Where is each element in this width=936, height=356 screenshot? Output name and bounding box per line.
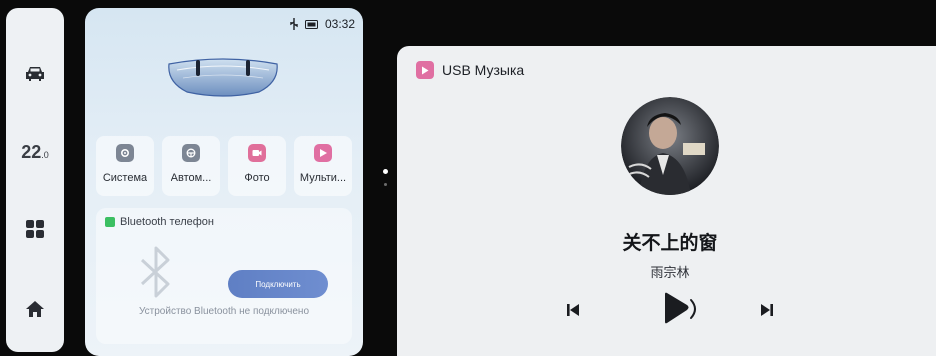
car-icon xyxy=(26,67,44,81)
skip-next-icon xyxy=(761,304,773,316)
app-label: Мульти... xyxy=(299,172,347,184)
app-system[interactable]: Система xyxy=(96,136,154,196)
clock: 03:32 xyxy=(324,17,355,31)
app-auto[interactable]: Автом... xyxy=(162,136,220,196)
app-label: Автом... xyxy=(170,172,212,184)
battery-icon xyxy=(304,19,318,29)
steering-wheel-icon xyxy=(182,144,200,162)
app-label: Фото xyxy=(244,172,270,184)
screen: 22.0 03:32 Система Автом... Фото Мульти.… xyxy=(0,0,936,356)
side-rail: 22.0 xyxy=(6,8,64,352)
status-bar: 03:32 xyxy=(289,17,355,31)
home-panel: 03:32 Система Автом... Фото Мульти... Bl… xyxy=(85,8,363,356)
page-dot-active xyxy=(383,169,388,174)
settings-icon xyxy=(116,144,134,162)
apps-grid-icon xyxy=(26,220,44,238)
song-title: 关不上的窗 xyxy=(622,232,718,254)
album-cover xyxy=(621,97,719,195)
app-photo[interactable]: Фото xyxy=(228,136,286,196)
play-icon xyxy=(314,144,332,162)
page-dot xyxy=(384,183,387,186)
music-player-card[interactable]: USB Музыка 关不上的窗 雨宗林 xyxy=(397,46,936,356)
bluetooth-card-header: Bluetooth телефон xyxy=(105,216,214,228)
connect-button[interactable]: Подключить xyxy=(228,270,328,298)
music-source-label: USB Музыка xyxy=(442,62,525,78)
apps-rail-button[interactable] xyxy=(6,215,64,243)
bluetooth-icon xyxy=(140,246,170,298)
temperature-value: 22.0 xyxy=(21,141,49,162)
phone-icon xyxy=(105,217,115,227)
page-indicator[interactable] xyxy=(383,169,388,186)
camera-icon xyxy=(248,144,266,162)
bluetooth-card-title: Bluetooth телефон xyxy=(120,216,214,228)
music-source-header: USB Музыка xyxy=(416,61,524,79)
app-multimedia[interactable]: Мульти... xyxy=(294,136,352,196)
climate-temperature[interactable]: 22.0 xyxy=(6,138,64,166)
play-icon xyxy=(665,292,696,324)
skip-previous-icon xyxy=(567,304,579,316)
app-label: Система xyxy=(102,172,148,184)
bluetooth-phone-card: Bluetooth телефон Подключить Устройство … xyxy=(96,208,352,344)
bluetooth-status-text: Устройство Bluetooth не подключено xyxy=(138,306,310,317)
car-rail-button[interactable] xyxy=(6,60,64,88)
music-play-icon xyxy=(416,61,434,79)
previous-button[interactable] xyxy=(561,298,585,322)
usb-icon xyxy=(290,18,298,30)
home-rail-button[interactable] xyxy=(6,295,64,323)
app-shortcuts: Система Автом... Фото Мульти... xyxy=(96,136,352,196)
play-pause-button[interactable] xyxy=(655,286,701,332)
home-icon xyxy=(26,301,44,317)
vehicle-image xyxy=(168,58,278,97)
song-artist: 雨宗林 xyxy=(650,266,690,281)
next-button[interactable] xyxy=(755,298,779,322)
